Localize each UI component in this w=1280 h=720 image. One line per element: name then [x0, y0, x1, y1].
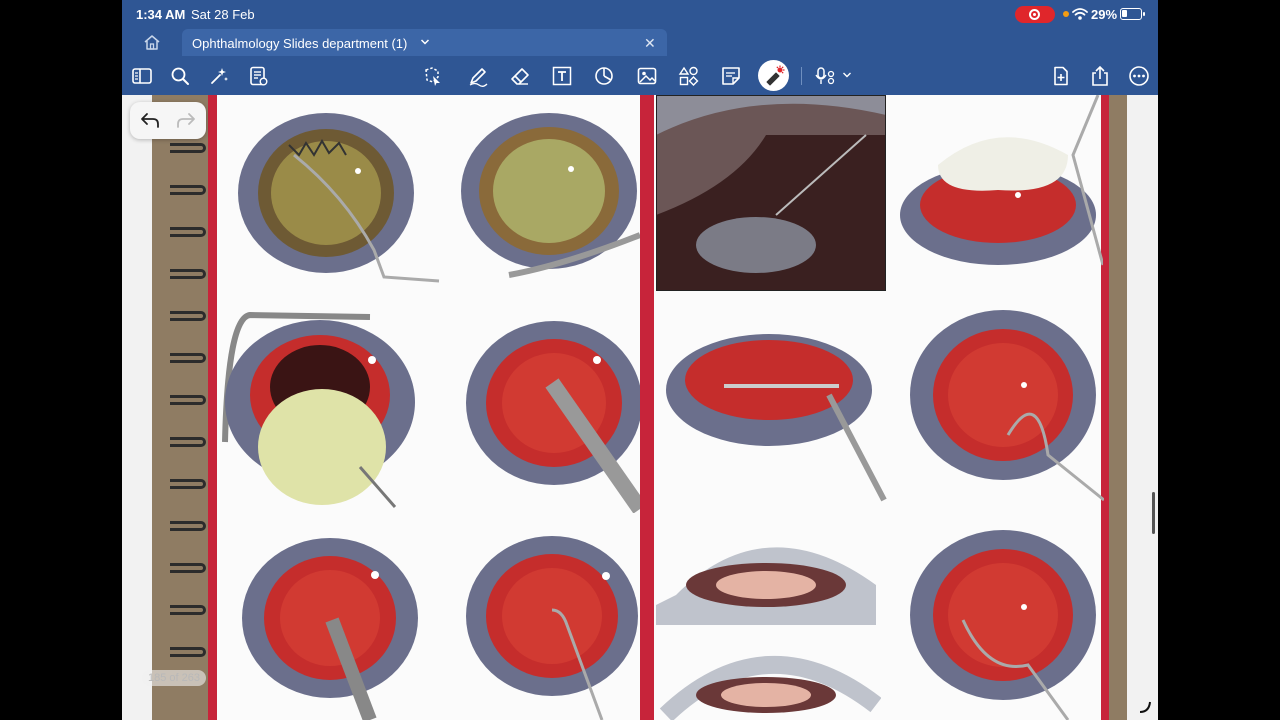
eye-cross-section-illustration: [656, 95, 886, 291]
shapes-library-icon[interactable]: [678, 65, 700, 87]
search-icon[interactable]: [169, 65, 191, 87]
screen-recording-icon[interactable]: [1015, 6, 1055, 23]
audio-record-icon[interactable]: [815, 65, 837, 87]
eye-illustration-2: [454, 105, 640, 285]
toolbar-separator: [801, 67, 802, 85]
laser-pointer-icon[interactable]: [763, 65, 785, 87]
status-time: 1:34 AM: [136, 7, 186, 22]
battery-icon: [1120, 8, 1145, 20]
shapes-icon[interactable]: [593, 65, 615, 87]
close-tab-icon[interactable]: ✕: [644, 35, 656, 52]
status-date: Sat 28 Feb: [191, 7, 255, 22]
sticky-note-icon[interactable]: [720, 65, 742, 87]
home-icon[interactable]: [142, 33, 162, 51]
document-tab-title: Ophthalmology Slides department (1): [192, 36, 408, 51]
audio-chevron-down-icon[interactable]: [842, 71, 852, 79]
status-bar: 1:34 AM Sat 28 Feb 29%: [122, 0, 1158, 28]
redo-icon[interactable]: [176, 111, 196, 129]
battery-percent: 29%: [1091, 7, 1118, 22]
document-tab[interactable]: Ophthalmology Slides department (1) ✕: [182, 29, 667, 57]
page-margin-left: [122, 95, 152, 720]
undo-redo-pad: [130, 102, 206, 139]
wifi-icon: [1072, 8, 1088, 20]
lasso-icon[interactable]: [421, 65, 443, 87]
vertical-scrollbar[interactable]: [1152, 492, 1155, 534]
tab-bar: Ophthalmology Slides department (1) ✕: [122, 28, 1158, 57]
page-margin-right: [1127, 95, 1158, 720]
eye-illustration-8: [664, 320, 889, 505]
sparkle-icon[interactable]: [208, 65, 230, 87]
more-icon[interactable]: [1128, 65, 1150, 87]
add-page-icon[interactable]: [1050, 65, 1072, 87]
binder-spine: [152, 95, 208, 720]
undo-icon[interactable]: [140, 111, 160, 129]
toolbar: [122, 56, 1158, 95]
notebook-page[interactable]: 185 of 263: [122, 95, 1158, 720]
eye-illustration-10: [908, 525, 1104, 720]
resize-handle-icon[interactable]: [1138, 700, 1152, 714]
microphone-in-use-icon: [1063, 11, 1069, 17]
eye-illustration-1: [234, 105, 444, 285]
page-indicator: 185 of 263: [142, 670, 206, 686]
document-summary-icon[interactable]: [247, 65, 269, 87]
image-icon[interactable]: [636, 65, 658, 87]
page-edge-right: [1109, 95, 1127, 720]
ipad-screen: 1:34 AM Sat 28 Feb 29% Ophthalmology Sli…: [122, 0, 1158, 720]
eye-illustration-9: [908, 305, 1104, 505]
slide-divider: [640, 95, 654, 720]
eye-cross-section-illustration-2: [656, 515, 881, 720]
eraser-icon[interactable]: [509, 65, 531, 87]
eye-illustration-5: [240, 530, 430, 720]
eye-illustration-7: [898, 95, 1103, 270]
share-icon[interactable]: [1089, 65, 1111, 87]
eye-illustration-3: [220, 307, 430, 512]
sidebar-icon[interactable]: [131, 65, 153, 87]
chevron-down-icon[interactable]: [420, 38, 430, 46]
eye-illustration-6: [462, 530, 640, 720]
slide-border-left: [208, 95, 217, 720]
eye-illustration-4: [462, 313, 640, 513]
text-box-icon[interactable]: [551, 65, 573, 87]
pen-icon[interactable]: [467, 65, 489, 87]
